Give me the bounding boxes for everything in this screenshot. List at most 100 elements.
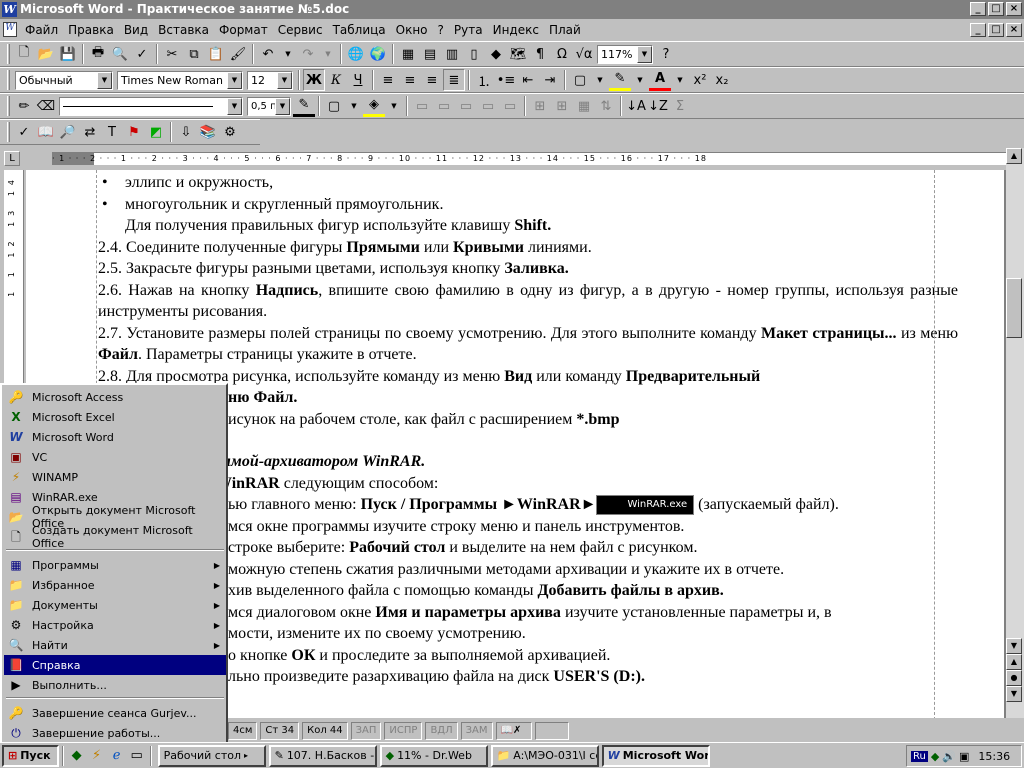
menu-plai[interactable]: Плай bbox=[544, 23, 586, 37]
quicklaunch-winamp-icon[interactable]: ⚡ bbox=[87, 746, 107, 766]
merge-cells-icon[interactable]: ▭ bbox=[411, 95, 433, 117]
undo-dropdown-icon[interactable]: ▼ bbox=[279, 43, 297, 65]
download-icon[interactable]: ⇩ bbox=[175, 121, 197, 143]
toolbar-grip[interactable] bbox=[7, 44, 10, 64]
quicklaunch-ie-icon[interactable]: ℯ bbox=[107, 746, 127, 766]
menu-tools[interactable]: Сервис bbox=[273, 23, 328, 37]
copy-icon[interactable]: ⧉ bbox=[183, 43, 205, 65]
insert-excel-icon[interactable]: ▥ bbox=[441, 43, 463, 65]
print-icon[interactable]: 🖶 bbox=[87, 43, 109, 65]
justify-icon[interactable]: ≣ bbox=[443, 69, 465, 91]
task-drweb[interactable]: ◆ 11% - Dr.Web bbox=[379, 744, 488, 767]
font-select[interactable]: Times New Roman ▼ bbox=[117, 70, 243, 90]
clock[interactable]: 15:36 bbox=[978, 750, 1010, 763]
format-painter-icon[interactable]: 🖌 bbox=[227, 43, 249, 65]
menu-window[interactable]: Окно bbox=[391, 23, 433, 37]
start-item-access[interactable]: 🔑 Microsoft Access bbox=[4, 387, 226, 407]
redo-dropdown-icon[interactable]: ▼ bbox=[319, 43, 337, 65]
highlight-dropdown-icon[interactable]: ▼ bbox=[631, 69, 649, 91]
style-select[interactable]: Обычный ▼ bbox=[15, 70, 113, 90]
line-weight-select[interactable]: 0,5 пт ▼ bbox=[247, 96, 291, 116]
tables-borders-icon[interactable]: ▦ bbox=[397, 43, 419, 65]
toolbar-grip[interactable] bbox=[7, 122, 10, 142]
menu-edit[interactable]: Правка bbox=[63, 23, 119, 37]
outside-border-dropdown-icon[interactable]: ▼ bbox=[345, 95, 363, 117]
spelling-icon[interactable]: ✓ bbox=[131, 43, 153, 65]
doc-minimize-button[interactable]: _ bbox=[970, 23, 986, 37]
status-rec[interactable]: ЗАП bbox=[350, 722, 382, 740]
quicklaunch-show-desktop-icon[interactable]: ▭ bbox=[127, 746, 147, 766]
tray-network-icon[interactable]: ◆ bbox=[931, 750, 939, 763]
maximize-button[interactable]: □ bbox=[988, 2, 1004, 16]
outside-border-icon[interactable]: ▢ bbox=[323, 95, 345, 117]
draw-table-icon[interactable]: ✏ bbox=[13, 95, 35, 117]
hyperlink-icon[interactable]: 🌐 bbox=[345, 43, 367, 65]
cut-icon[interactable]: ✂ bbox=[161, 43, 183, 65]
minimize-button[interactable]: _ bbox=[970, 2, 986, 16]
status-trk[interactable]: ИСПР bbox=[384, 722, 423, 740]
start-item-run[interactable]: ▶ Выполнить... bbox=[4, 675, 226, 695]
start-item-favorites[interactable]: 📁 Избранное ▶ bbox=[4, 575, 226, 595]
line-weight-dropdown-icon[interactable]: ▼ bbox=[275, 97, 290, 115]
tray-monitor-icon[interactable]: ▣ bbox=[959, 750, 969, 763]
start-item-winamp[interactable]: ⚡ WINAMP bbox=[4, 467, 226, 487]
toolbar-grip[interactable] bbox=[7, 70, 10, 90]
numbering-icon[interactable]: ⒈ bbox=[473, 69, 495, 91]
flag-icon[interactable]: ⚑ bbox=[123, 121, 145, 143]
bullets-icon[interactable]: •≡ bbox=[495, 69, 517, 91]
split-cells-icon[interactable]: ▭ bbox=[433, 95, 455, 117]
start-item-word[interactable]: W Microsoft Word bbox=[4, 427, 226, 447]
menu-file[interactable]: Файл bbox=[20, 23, 63, 37]
spell-check-icon[interactable]: ✓ bbox=[13, 121, 35, 143]
browse-object-icon[interactable]: ● bbox=[1006, 670, 1022, 686]
toolbar-grip[interactable] bbox=[7, 96, 10, 116]
omega-symbol-icon[interactable]: Ω bbox=[551, 43, 573, 65]
eraser-icon[interactable]: ⌫ bbox=[35, 95, 57, 117]
table-autoformat-icon[interactable]: ▦ bbox=[573, 95, 595, 117]
menu-format[interactable]: Формат bbox=[214, 23, 273, 37]
font-color-dropdown-icon[interactable]: ▼ bbox=[671, 69, 689, 91]
web-toolbar-icon[interactable]: 🌍 bbox=[367, 43, 389, 65]
borders-icon[interactable]: ▢ bbox=[569, 69, 591, 91]
next-page-icon[interactable]: ▼ bbox=[1006, 686, 1022, 702]
start-item-settings[interactable]: ⚙ Настройка ▶ bbox=[4, 615, 226, 635]
bold-button[interactable]: Ж bbox=[303, 69, 325, 91]
equation-icon[interactable]: √α bbox=[573, 43, 595, 65]
columns-icon[interactable]: ▯ bbox=[463, 43, 485, 65]
scroll-thumb[interactable] bbox=[1006, 278, 1022, 338]
new-document-icon[interactable]: 🗋 bbox=[13, 43, 35, 65]
menu-view[interactable]: Вид bbox=[119, 23, 153, 37]
shading-color-icon[interactable]: ◈ bbox=[363, 95, 385, 117]
sort-ascending-icon[interactable]: ↓A bbox=[625, 95, 647, 117]
quicklaunch-drweb-icon[interactable]: ◆ bbox=[67, 746, 87, 766]
menu-ruta[interactable]: Рута bbox=[449, 23, 488, 37]
insert-table-icon[interactable]: ▤ bbox=[419, 43, 441, 65]
zoom-select[interactable]: 117% ▼ bbox=[597, 44, 653, 64]
document-map-icon[interactable]: 🗺 bbox=[507, 43, 529, 65]
start-button[interactable]: ⊞ Пуск bbox=[2, 744, 59, 767]
distribute-rows-icon[interactable]: ⊞ bbox=[529, 95, 551, 117]
decrease-indent-icon[interactable]: ⇤ bbox=[517, 69, 539, 91]
menu-insert[interactable]: Вставка bbox=[153, 23, 214, 37]
undo-icon[interactable]: ↶ bbox=[257, 43, 279, 65]
translate-icon[interactable]: ⇄ bbox=[79, 121, 101, 143]
line-style-dropdown-icon[interactable]: ▼ bbox=[227, 97, 242, 115]
book-icon[interactable]: 📖 bbox=[35, 121, 57, 143]
subscript-icon[interactable]: x₂ bbox=[711, 69, 733, 91]
status-ext[interactable]: ВДЛ bbox=[425, 722, 458, 740]
scroll-down-icon[interactable]: ▼ bbox=[1006, 638, 1022, 654]
autosum-icon[interactable]: Σ bbox=[669, 95, 691, 117]
office-assistant-icon[interactable]: ? bbox=[655, 43, 677, 65]
increase-indent-icon[interactable]: ⇥ bbox=[539, 69, 561, 91]
borders-dropdown-icon[interactable]: ▼ bbox=[591, 69, 609, 91]
start-item-logoff[interactable]: 🔑 Завершение сеанса Gurjev... bbox=[4, 703, 226, 723]
doc-restore-button[interactable]: □ bbox=[988, 23, 1004, 37]
redo-icon[interactable]: ↷ bbox=[297, 43, 319, 65]
change-text-direction-icon[interactable]: ⇅ bbox=[595, 95, 617, 117]
task-folder[interactable]: 📁A:\МЭО-031\I се... bbox=[490, 744, 599, 767]
settings-icon[interactable]: ⚙ bbox=[219, 121, 241, 143]
menu-index[interactable]: Индекс bbox=[488, 23, 544, 37]
paste-icon[interactable]: 📋 bbox=[205, 43, 227, 65]
border-color-icon[interactable]: ✎ bbox=[293, 95, 315, 117]
spelling-status-icon[interactable]: 📖✗ bbox=[495, 722, 532, 740]
